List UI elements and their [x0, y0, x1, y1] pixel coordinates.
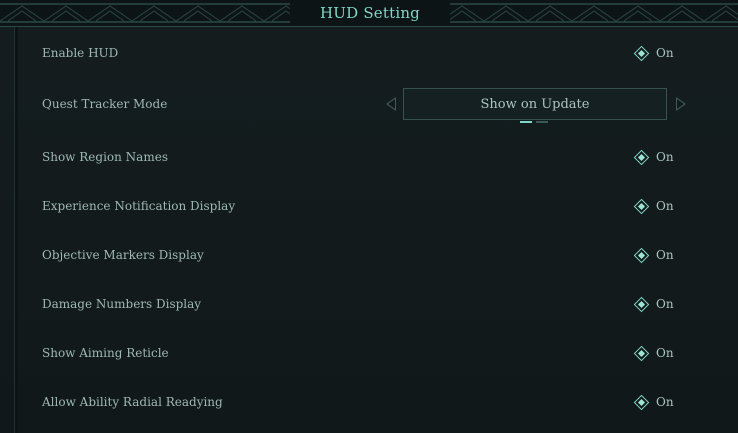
setting-label: Damage Numbers Display [42, 297, 202, 311]
diamond-checkbox-icon [633, 198, 650, 214]
setting-label: Allow Ability Radial Readying [42, 395, 223, 409]
toggle-value: On [656, 248, 674, 262]
toggle-value: On [656, 297, 674, 311]
setting-label: Experience Notification Display [42, 199, 236, 213]
toggle-show-region-names[interactable]: On [633, 149, 674, 165]
page-dot [536, 121, 548, 123]
diamond-checkbox-icon [633, 394, 650, 410]
title-plate: HUD Setting [290, 0, 450, 26]
toggle-value: On [656, 395, 674, 409]
toggle-value: On [656, 150, 674, 164]
panel-left-border [14, 22, 18, 433]
toggle-aiming-reticle[interactable]: On [633, 345, 674, 361]
setting-row-quest-tracker-mode[interactable]: Quest Tracker Mode Show on Update [30, 87, 730, 123]
page-title: HUD Setting [320, 4, 420, 22]
setting-label: Enable HUD [42, 46, 119, 60]
toggle-objective-markers[interactable]: On [633, 247, 674, 263]
selector-page-indicator [520, 121, 548, 123]
setting-row-objective-markers[interactable]: Objective Markers Display On [30, 238, 730, 272]
arrow-right-icon[interactable] [676, 97, 686, 111]
page-dot [520, 121, 532, 123]
selector-value-box[interactable]: Show on Update [403, 88, 667, 120]
toggle-experience-notification[interactable]: On [633, 198, 674, 214]
diamond-checkbox-icon [633, 45, 650, 61]
setting-label: Show Aiming Reticle [42, 346, 169, 360]
diamond-checkbox-icon [633, 247, 650, 263]
setting-row-aiming-reticle[interactable]: Show Aiming Reticle On [30, 336, 730, 370]
toggle-damage-numbers[interactable]: On [633, 296, 674, 312]
toggle-value: On [656, 46, 674, 60]
quest-tracker-selector[interactable]: Show on Update [386, 88, 686, 123]
toggle-value: On [656, 199, 674, 213]
header-ornament-band: HUD Setting [0, 0, 738, 27]
setting-row-show-region-names[interactable]: Show Region Names On [30, 140, 730, 174]
arrow-left-icon[interactable] [386, 97, 396, 111]
setting-label: Show Region Names [42, 150, 168, 164]
toggle-ability-radial-readying[interactable]: On [633, 394, 674, 410]
diamond-checkbox-icon [633, 345, 650, 361]
selector-value: Show on Update [480, 96, 590, 112]
settings-panel: HUD Setting Enable HUD On Quest Tracker … [0, 0, 738, 433]
setting-row-damage-numbers[interactable]: Damage Numbers Display On [30, 287, 730, 321]
setting-label: Quest Tracker Mode [42, 97, 168, 111]
toggle-value: On [656, 346, 674, 360]
setting-row-experience-notification[interactable]: Experience Notification Display On [30, 189, 730, 223]
setting-label: Objective Markers Display [42, 248, 204, 262]
diamond-checkbox-icon [633, 296, 650, 312]
toggle-enable-hud[interactable]: On [633, 45, 674, 61]
setting-row-enable-hud[interactable]: Enable HUD On [30, 36, 730, 70]
diamond-checkbox-icon [633, 149, 650, 165]
setting-row-ability-radial-readying[interactable]: Allow Ability Radial Readying On [30, 385, 730, 419]
